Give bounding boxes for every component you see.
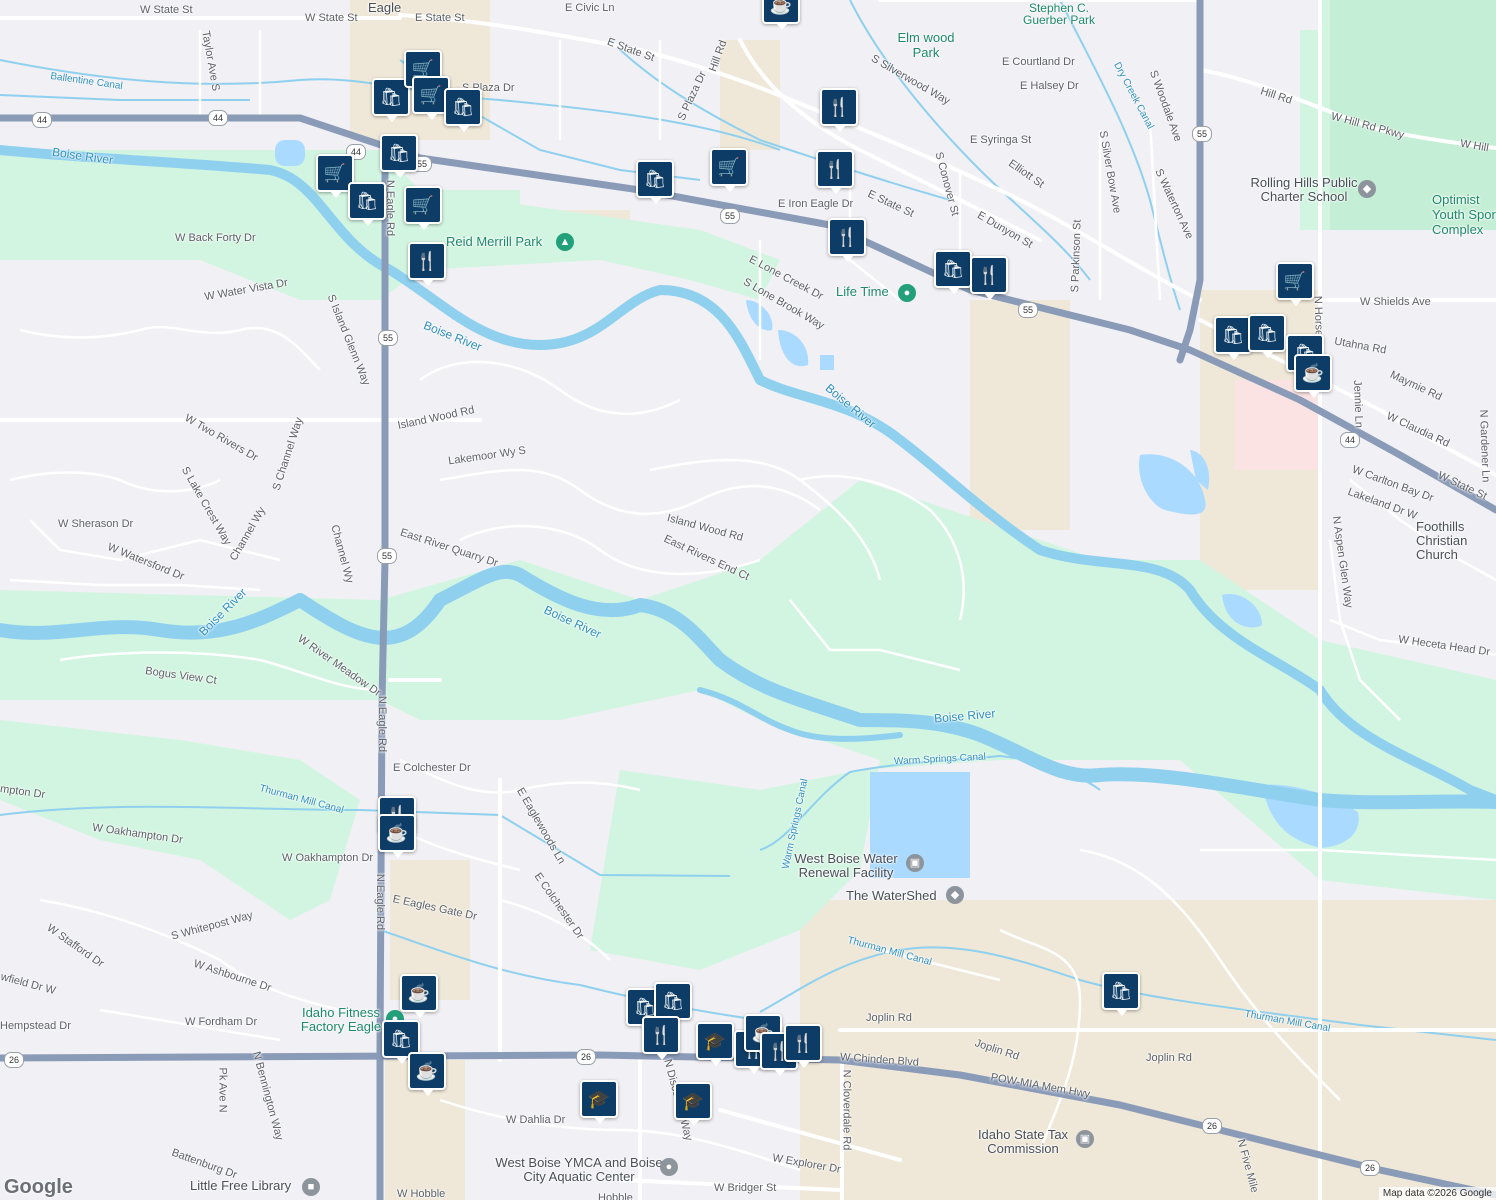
restaurant-pin[interactable]: 🍴 [816, 150, 854, 194]
road-label: W Shields Ave [1360, 296, 1431, 308]
route-shield: 44 [208, 110, 228, 126]
road-label: W Back Forty Dr [175, 232, 256, 244]
road-label: W Dahlia Dr [506, 1114, 566, 1126]
park-label: Elm wood Park [897, 30, 955, 60]
government-icon[interactable]: ▣ [1076, 1130, 1094, 1148]
road-label: W Sherason Dr [58, 518, 134, 530]
school-pin[interactable]: 🎓 [580, 1080, 618, 1124]
road-label: E Syringa St [970, 134, 1032, 146]
restaurant-pin[interactable]: 🍴 [642, 1016, 680, 1060]
grocery-pin[interactable]: 🛒 [1276, 262, 1314, 306]
road-label: E Civic Ln [565, 2, 615, 14]
gym-label[interactable]: Idaho Fitness Factory Eagle [296, 1006, 386, 1034]
shopping-pin[interactable]: 🛍 [1102, 972, 1140, 1016]
road-label: W Bridger St [714, 1182, 777, 1194]
route-shield: 55 [1192, 126, 1212, 142]
shopping-pin[interactable]: 🛍 [1248, 314, 1286, 358]
route-shield: 55 [378, 330, 398, 346]
shopping-pin[interactable]: 🛍 [934, 250, 972, 294]
cafe-pin[interactable]: ☕ [400, 974, 438, 1018]
road-label: W State St [140, 4, 193, 16]
shopping-pin[interactable]: 🛍 [444, 88, 482, 132]
road-label: W Fordham Dr [185, 1016, 258, 1028]
road-label: W Hobble [397, 1188, 446, 1200]
park-label: Stephen C. Guerber Park [1022, 1, 1096, 27]
shopping-pin[interactable]: 🛍 [380, 134, 418, 178]
grocery-pin[interactable]: 🛒 [710, 148, 748, 192]
restaurant-pin[interactable]: 🍴 [408, 242, 446, 286]
government-label[interactable]: Idaho State Tax Commission [968, 1128, 1078, 1156]
school-pin[interactable]: 🎓 [674, 1082, 712, 1126]
cafe-pin[interactable]: ☕ [1294, 354, 1332, 398]
road-label: Pk Ave N [216, 1067, 229, 1113]
shopping-pin[interactable]: 🛍 [636, 160, 674, 204]
gym-label[interactable]: Life Time [836, 285, 889, 298]
road-label: W Oakhampton Dr [282, 852, 374, 864]
route-shield: 26 [4, 1052, 24, 1068]
route-shield: 26 [1360, 1160, 1380, 1176]
park-label[interactable]: Reid Merrill Park [446, 235, 542, 248]
cafe-pin[interactable]: ☕ [408, 1052, 446, 1096]
road-label: Joplin Rd [866, 1012, 912, 1024]
road-label: E Colchester Dr [393, 762, 471, 774]
library-label[interactable]: Little Free Library [190, 1179, 291, 1192]
school-pin[interactable]: 🎓 [696, 1022, 734, 1066]
park-icon[interactable]: ▲ [556, 233, 574, 251]
google-logo[interactable]: Google [4, 1176, 73, 1199]
school-icon[interactable]: ◆ [946, 886, 964, 904]
grocery-pin[interactable]: 🛒 [404, 186, 442, 230]
restaurant-pin[interactable]: 🍴 [784, 1024, 822, 1068]
route-shield: 55 [1018, 302, 1038, 318]
road-label: N Horse [1311, 295, 1325, 337]
road-label: N Cloverdale Rd [840, 1069, 853, 1151]
road-label: N Gardener Ln [1477, 409, 1492, 483]
road-label: Hempstead Dr [0, 1020, 71, 1032]
gym-icon[interactable]: ● [660, 1158, 678, 1176]
map-attribution[interactable]: Map data ©2026 Google [1378, 1187, 1496, 1200]
facility-label[interactable]: West Boise Water Renewal Facility [786, 852, 906, 880]
church-label[interactable]: Foothills Christian Church [1416, 520, 1496, 562]
route-shield: 26 [576, 1049, 596, 1065]
restaurant-pin[interactable]: 🍴 [970, 256, 1008, 300]
route-shield: 44 [32, 112, 52, 128]
restaurant-pin[interactable]: 🍴 [828, 218, 866, 262]
road-label: E Iron Eagle Dr [778, 198, 854, 210]
sports-label[interactable]: Optimist Youth Sports Complex [1432, 192, 1496, 237]
route-shield: 55 [720, 208, 740, 224]
cafe-pin[interactable]: ☕ [762, 0, 800, 30]
road-label: Hobble [598, 1192, 633, 1200]
shopping-pin[interactable]: 🛍 [654, 982, 692, 1026]
shopping-pin[interactable]: 🛍 [1214, 316, 1252, 360]
cafe-pin[interactable]: ☕ [378, 814, 416, 858]
road-label: E State St [415, 12, 465, 24]
road-label: Joplin Rd [1146, 1052, 1192, 1064]
route-shield: 55 [377, 548, 397, 564]
city-label: Eagle [368, 0, 402, 15]
road-label: N Eagle Rd [374, 873, 387, 931]
road-label: W State St [305, 12, 358, 24]
route-shield: 44 [1340, 432, 1360, 448]
bank-icon[interactable]: ▣ [906, 854, 924, 872]
facility-label[interactable]: The WaterShed [846, 889, 937, 902]
school-icon[interactable]: ◆ [1358, 180, 1376, 198]
ymca-label[interactable]: West Boise YMCA and Boise City Aquatic C… [494, 1156, 664, 1184]
road-label: S Parkinson St [1069, 219, 1084, 293]
shopping-pin[interactable]: 🛍 [348, 182, 386, 226]
library-icon[interactable]: ■ [302, 1178, 320, 1196]
road-label: Jennie Ln [1351, 379, 1365, 429]
map-canvas[interactable]: W State St W State St E State St E State… [0, 0, 1496, 1200]
school-label[interactable]: Rolling Hills Public Charter School [1234, 176, 1374, 204]
gym-icon[interactable]: ● [898, 284, 916, 302]
road-label: N Eagle Rd [376, 695, 389, 753]
restaurant-pin[interactable]: 🍴 [820, 88, 858, 132]
route-shield: 26 [1202, 1118, 1222, 1134]
road-label: E Halsey Dr [1020, 80, 1079, 92]
road-label: E Courtland Dr [1002, 56, 1075, 68]
